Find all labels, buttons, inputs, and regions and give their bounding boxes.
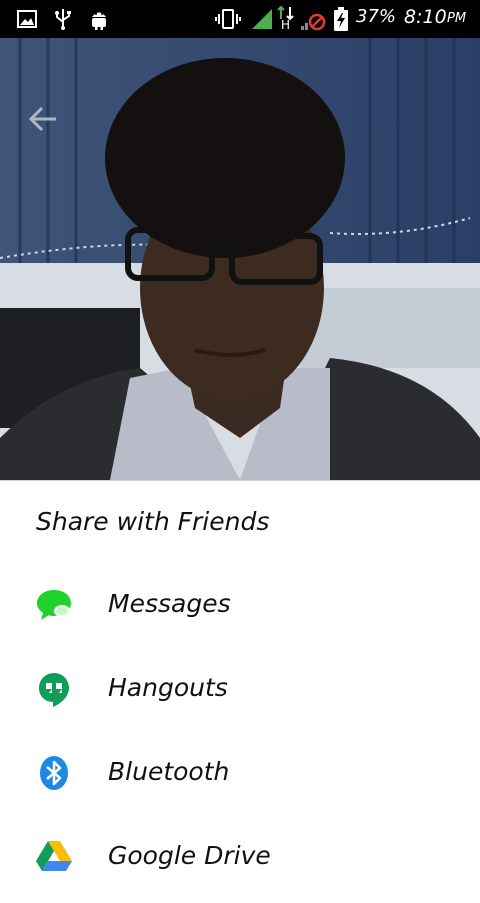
photo-image	[0, 38, 480, 480]
battery-percent: 37%	[356, 6, 397, 27]
no-signal-icon	[300, 10, 326, 32]
share-option-label: Google Drive	[108, 841, 271, 870]
drive-icon	[36, 839, 72, 875]
share-option-label: Messages	[108, 589, 231, 618]
back-button[interactable]	[26, 104, 60, 134]
share-option-bluetooth[interactable]: Bluetooth	[0, 735, 480, 819]
hangouts-icon	[36, 671, 72, 707]
gallery-icon	[16, 8, 38, 30]
status-bar: H 37% 8:10 PM	[0, 0, 480, 38]
clock-time: 8:10	[404, 6, 447, 28]
clock-ampm: PM	[447, 11, 467, 26]
share-sheet-title: Share with Friends	[36, 507, 270, 536]
share-option-hangouts[interactable]: Hangouts	[0, 651, 480, 735]
battery-charging-icon	[332, 7, 350, 31]
shared-photo	[0, 38, 480, 480]
arrow-back-icon	[28, 106, 56, 132]
share-option-label: Hangouts	[108, 673, 228, 702]
signal-icon	[250, 8, 274, 30]
share-option-messages[interactable]: Messages	[0, 567, 480, 651]
usb-icon	[52, 8, 74, 30]
share-option-drive[interactable]: Google Drive	[0, 819, 480, 903]
network-type: H	[281, 18, 291, 32]
share-option-label: Bluetooth	[108, 757, 230, 786]
bluetooth-icon	[36, 755, 72, 791]
android-debug-icon	[88, 8, 110, 30]
vibrate-icon	[214, 8, 242, 30]
share-sheet: Share with Friends Messages Hangouts Blu…	[0, 480, 480, 871]
messages-icon	[36, 587, 72, 623]
